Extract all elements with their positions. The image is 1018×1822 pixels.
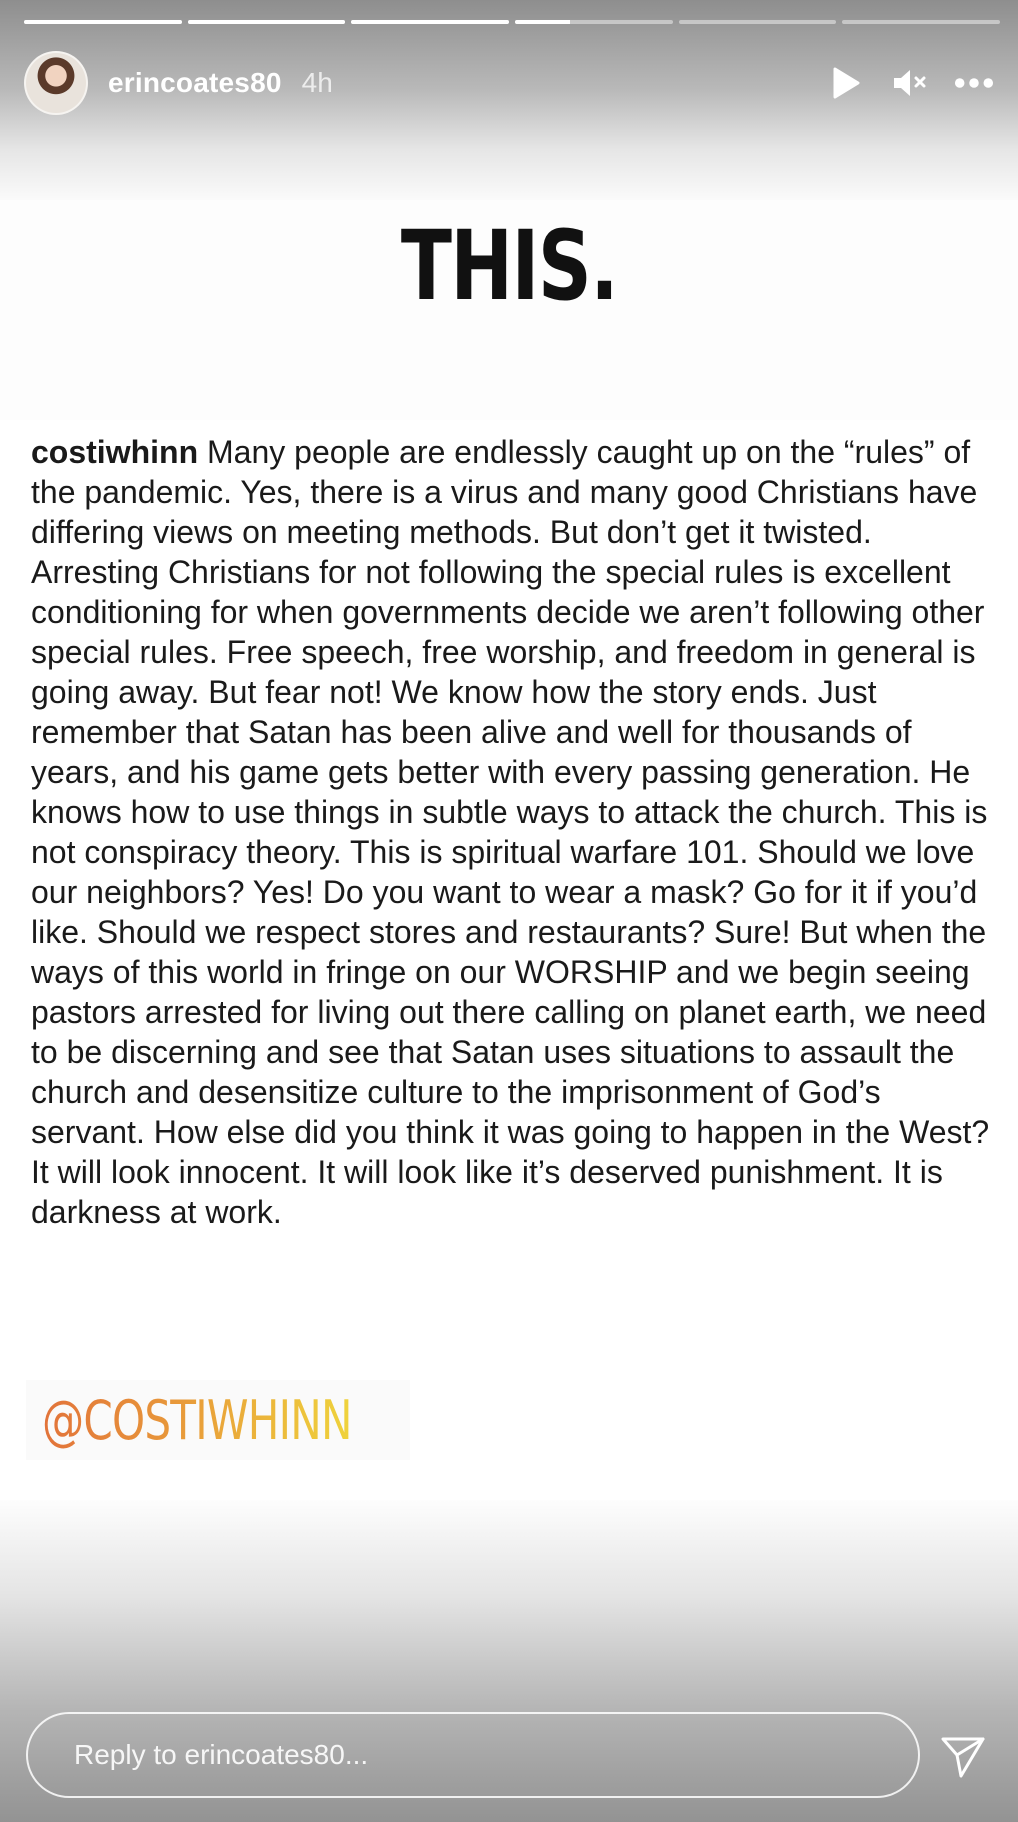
progress-segment bbox=[842, 20, 1001, 24]
timestamp: 4h bbox=[301, 67, 333, 98]
story-headline: THIS. bbox=[400, 210, 619, 322]
source-watermark: @COSTIWHINN bbox=[26, 1380, 410, 1460]
progress-fill bbox=[515, 20, 571, 24]
volume-muted-icon[interactable] bbox=[890, 63, 930, 103]
progress-segment bbox=[24, 20, 182, 24]
progress-segment bbox=[515, 20, 673, 24]
caption-body: Many people are endlessly caught up on t… bbox=[31, 434, 990, 1230]
reply-input[interactable] bbox=[72, 1738, 876, 1772]
story-viewer[interactable]: erincoates80 4h THIS. costiwhinn Many pe… bbox=[0, 0, 1018, 1822]
story-header: erincoates80 4h bbox=[24, 50, 994, 116]
story-progress bbox=[24, 20, 1001, 24]
progress-fill bbox=[351, 20, 510, 24]
reply-bar[interactable] bbox=[26, 1712, 920, 1798]
play-icon[interactable] bbox=[826, 63, 866, 103]
watermark-text: @COSTIWHINN bbox=[42, 1388, 353, 1452]
more-options-icon[interactable] bbox=[954, 63, 994, 103]
progress-segment bbox=[351, 20, 510, 24]
progress-segment bbox=[187, 20, 346, 24]
header-controls bbox=[826, 50, 994, 116]
progress-segment bbox=[678, 20, 837, 24]
avatar[interactable] bbox=[24, 51, 88, 115]
send-icon[interactable] bbox=[938, 1732, 988, 1782]
caption-text: costiwhinn Many people are endlessly cau… bbox=[31, 432, 997, 1232]
progress-fill bbox=[187, 20, 346, 24]
caption-handle: costiwhinn bbox=[31, 434, 207, 470]
username[interactable]: erincoates80 bbox=[108, 67, 282, 99]
progress-fill bbox=[24, 20, 182, 24]
